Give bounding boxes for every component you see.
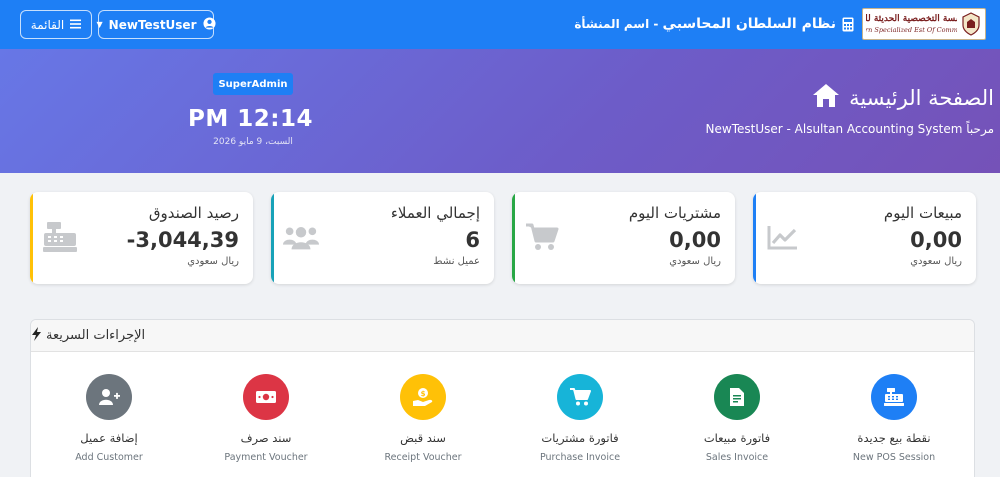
stat-value: 0,00 — [669, 228, 721, 252]
users-icon — [283, 222, 319, 252]
quick-action-sales-invoice[interactable]: فاتورة مبيعات Sales Invoice — [662, 374, 812, 463]
stat-card-total-customers[interactable]: إجمالي العملاء 6 عميل نشط — [271, 192, 494, 284]
stat-card-today-purchases[interactable]: مشتريات اليوم 0,00 ريال سعودي — [512, 192, 735, 284]
svg-text:$: $ — [421, 390, 426, 398]
stat-title: مشتريات اليوم — [628, 204, 721, 222]
home-icon — [811, 82, 841, 113]
quick-actions-header: الإجراءات السريعة — [31, 320, 974, 352]
shopping-cart-icon — [524, 222, 560, 252]
card-accent — [271, 192, 274, 284]
card-accent — [512, 192, 515, 284]
stat-unit: ريال سعودي — [669, 256, 721, 267]
stat-card-today-sales[interactable]: مبيعات اليوم 0,00 ريال سعودي — [753, 192, 976, 284]
calculator-icon — [842, 16, 856, 32]
logo-text-english: Modern Specialized Est Of Commercial — [866, 26, 957, 34]
invoice-icon — [714, 374, 760, 420]
action-label-ar: إضافة عميل — [80, 431, 138, 445]
date-display: السبت، 9 مايو 2026 — [213, 137, 293, 147]
page-title: الصفحة الرئيسية — [811, 82, 994, 113]
action-label-en: Receipt Voucher — [384, 452, 462, 463]
action-label-en: Purchase Invoice — [539, 452, 621, 463]
menu-label: القائمة — [30, 17, 65, 32]
user-dropdown-button[interactable]: ▼ NewTestUser — [96, 10, 216, 39]
action-label-ar: فاتورة مبيعات — [703, 431, 771, 445]
quick-action-receipt-voucher[interactable]: $ سند قبض Receipt Voucher — [348, 374, 498, 463]
role-badge: SuperAdmin — [213, 73, 293, 95]
bolt-icon — [31, 326, 42, 345]
caret-down-icon: ▼ — [96, 20, 103, 29]
stat-value: -3,044,39 — [126, 228, 239, 252]
card-accent — [30, 192, 33, 284]
welcome-text: مرحباً NewTestUser - Alsultan Accounting… — [705, 122, 994, 136]
company-logo: المؤسسة التخصصية الحديثة للتجارة Modern … — [862, 8, 986, 40]
org-label: اسم المنشأة — [574, 17, 650, 31]
stat-value: 0,00 — [910, 228, 962, 252]
menu-button[interactable]: القائمة — [20, 10, 92, 39]
hand-coin-icon: $ — [400, 374, 446, 420]
top-navbar: المؤسسة التخصصية الحديثة للتجارة Modern … — [0, 0, 1000, 49]
clock-display: 12:14 PM — [188, 106, 313, 132]
logo-text-arabic: المؤسسة التخصصية الحديثة للتجارة — [866, 14, 957, 24]
stat-title: إجمالي العملاء — [390, 204, 480, 222]
chart-line-icon — [765, 222, 801, 252]
user-circle-icon — [202, 16, 216, 33]
stat-unit: ريال سعودي — [187, 256, 239, 267]
quick-action-payment-voucher[interactable]: سند صرف Payment Voucher — [191, 374, 341, 463]
action-label-en: Payment Voucher — [224, 452, 308, 463]
stat-card-cash-balance[interactable]: رصيد الصندوق -3,044,39 ريال سعودي — [30, 192, 253, 284]
quick-action-new-pos[interactable]: نقطة بيع جديدة New POS Session — [819, 374, 969, 463]
stat-unit: ريال سعودي — [910, 256, 962, 267]
hamburger-icon — [70, 18, 82, 32]
stat-unit: عميل نشط — [433, 256, 480, 267]
quick-actions-panel: الإجراءات السريعة نقطة بيع جديدة New POS… — [30, 319, 975, 477]
shopping-cart-icon — [557, 374, 603, 420]
action-label-en: Add Customer — [75, 452, 143, 463]
card-accent — [753, 192, 756, 284]
action-label-ar: نقطة بيع جديدة — [857, 431, 931, 445]
navbar-brand[interactable]: المؤسسة التخصصية الحديثة للتجارة Modern … — [574, 7, 986, 41]
stat-title: رصيد الصندوق — [148, 204, 239, 222]
logo-emblem-icon — [960, 11, 982, 37]
action-label-en: Sales Invoice — [705, 452, 769, 463]
action-label-ar: فاتورة مشتريات — [541, 431, 619, 445]
quick-action-purchase-invoice[interactable]: فاتورة مشتريات Purchase Invoice — [505, 374, 655, 463]
stat-value: 6 — [465, 228, 480, 252]
cash-register-icon — [871, 374, 917, 420]
stat-title: مبيعات اليوم — [883, 204, 962, 222]
quick-actions-title: الإجراءات السريعة — [46, 328, 146, 343]
user-name: NewTestUser — [108, 17, 197, 32]
page-title-text: الصفحة الرئيسية — [849, 85, 994, 110]
system-title: نظام السلطان المحاسبي - اسم المنشأة — [574, 16, 836, 32]
hero-banner: الصفحة الرئيسية مرحباً NewTestUser - Als… — [0, 49, 1000, 173]
quick-action-add-customer[interactable]: إضافة عميل Add Customer — [34, 374, 184, 463]
cash-register-icon — [42, 222, 78, 252]
action-label-en: New POS Session — [852, 452, 936, 463]
action-label-ar: سند قبض — [400, 431, 446, 445]
user-plus-icon — [86, 374, 132, 420]
action-label-ar: سند صرف — [240, 431, 292, 445]
money-bill-icon — [243, 374, 289, 420]
